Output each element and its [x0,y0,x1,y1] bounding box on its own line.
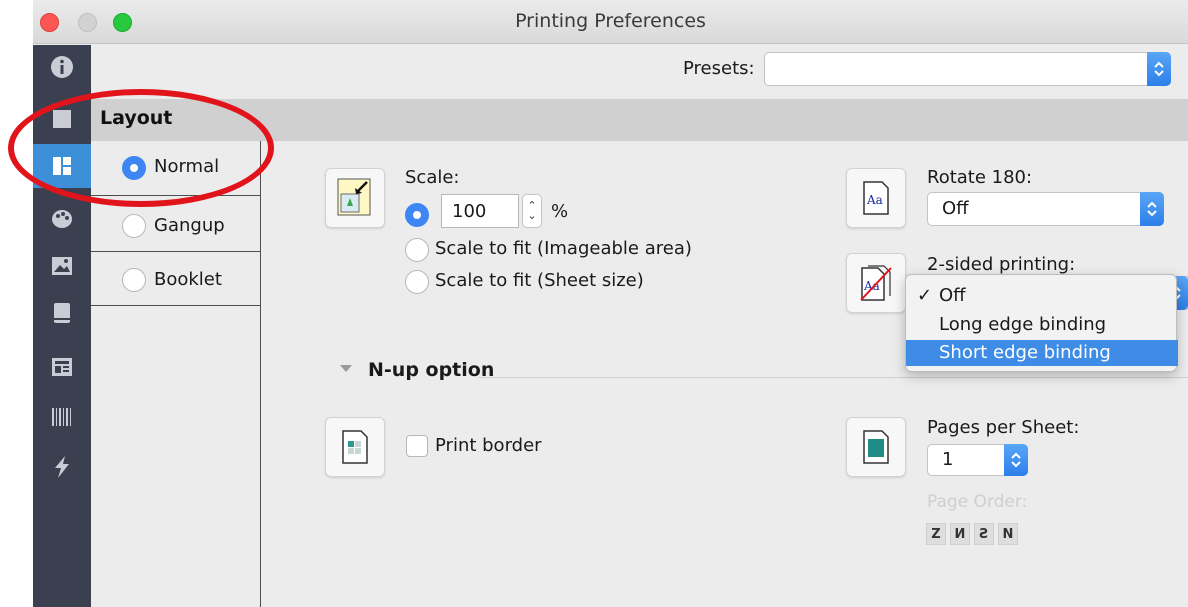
presets-select[interactable] [764,52,1171,86]
scale-unit: % [551,201,569,222]
palette-icon[interactable] [33,197,91,241]
menu-item-long-edge[interactable]: Long edge binding [906,312,1178,338]
nup-title: N-up option [368,359,495,381]
order-n-reverse-icon[interactable]: И [950,523,970,545]
print-border-label: Print border [435,435,542,456]
print-border-checkbox[interactable] [406,435,428,457]
scale-value: 100 [452,201,487,222]
page-order-label: Page Order: [927,492,1028,512]
fit-sheet-label: Scale to fit (Sheet size) [435,270,644,291]
disclosure-triangle-icon[interactable] [340,365,352,372]
image-icon[interactable] [33,244,91,288]
order-n-icon[interactable]: N [998,523,1018,545]
divider [478,377,1188,378]
pages-per-sheet-icon [846,417,906,477]
scale-label: Scale: [405,167,460,188]
menu-item-short-edge[interactable]: Short edge binding [906,340,1178,366]
lightning-icon[interactable] [33,445,91,489]
rotate-label: Rotate 180: [927,167,1033,188]
two-sided-dropdown-menu: ✓ Off Long edge binding Short edge bindi… [905,274,1178,372]
fit-sheet-radio[interactable] [405,270,429,294]
menu-item-off[interactable]: ✓ Off [906,283,1178,309]
presets-label: Presets: [683,58,755,79]
checkmark-icon: ✓ [917,285,933,306]
booklet-label: Booklet [154,269,222,290]
svg-text:Aa: Aa [863,279,880,293]
rotate-select[interactable]: Off [927,192,1164,226]
svg-text:Aa: Aa [866,193,883,207]
page-order-buttons: Z И Ƨ N [926,523,1018,545]
gangup-label: Gangup [154,215,225,236]
scale-radio[interactable] [405,203,429,227]
chevron-updown-icon [1147,52,1171,86]
pages-per-sheet-value: 1 [942,449,954,470]
scale-stepper[interactable]: ⌃ ⌄ [522,194,542,228]
window-title: Printing Preferences [515,10,706,32]
newspaper-icon[interactable] [33,345,91,389]
chevron-updown-icon [1004,444,1028,476]
two-sided-icon: Aa [846,253,906,313]
title-bar: Printing Preferences [33,0,1188,44]
fit-imageable-label: Scale to fit (Imageable area) [435,238,692,259]
booklet-radio[interactable] [122,268,146,292]
scale-input[interactable]: 100 [441,194,519,228]
order-s-icon[interactable]: Ƨ [974,523,994,545]
rotate-icon: Aa [846,168,906,228]
book-icon[interactable] [33,291,91,335]
print-border-icon [325,417,385,477]
layout-type-list: Normal Gangup Booklet [91,141,261,607]
barcode-icon[interactable] [33,395,91,439]
gangup-radio[interactable] [122,214,146,238]
info-icon[interactable] [33,45,91,89]
pages-per-sheet-label: Pages per Sheet: [927,417,1080,438]
chevron-updown-icon [1140,192,1164,226]
order-z-icon[interactable]: Z [926,523,946,545]
annotation-ellipse [8,89,274,207]
rotate-value: Off [942,198,969,219]
layout-option-booklet[interactable]: Booklet [91,251,261,306]
scale-icon [325,168,385,228]
pages-per-sheet-select[interactable]: 1 [927,444,1028,476]
two-sided-label: 2-sided printing: [927,254,1076,275]
fit-imageable-radio[interactable] [405,238,429,262]
